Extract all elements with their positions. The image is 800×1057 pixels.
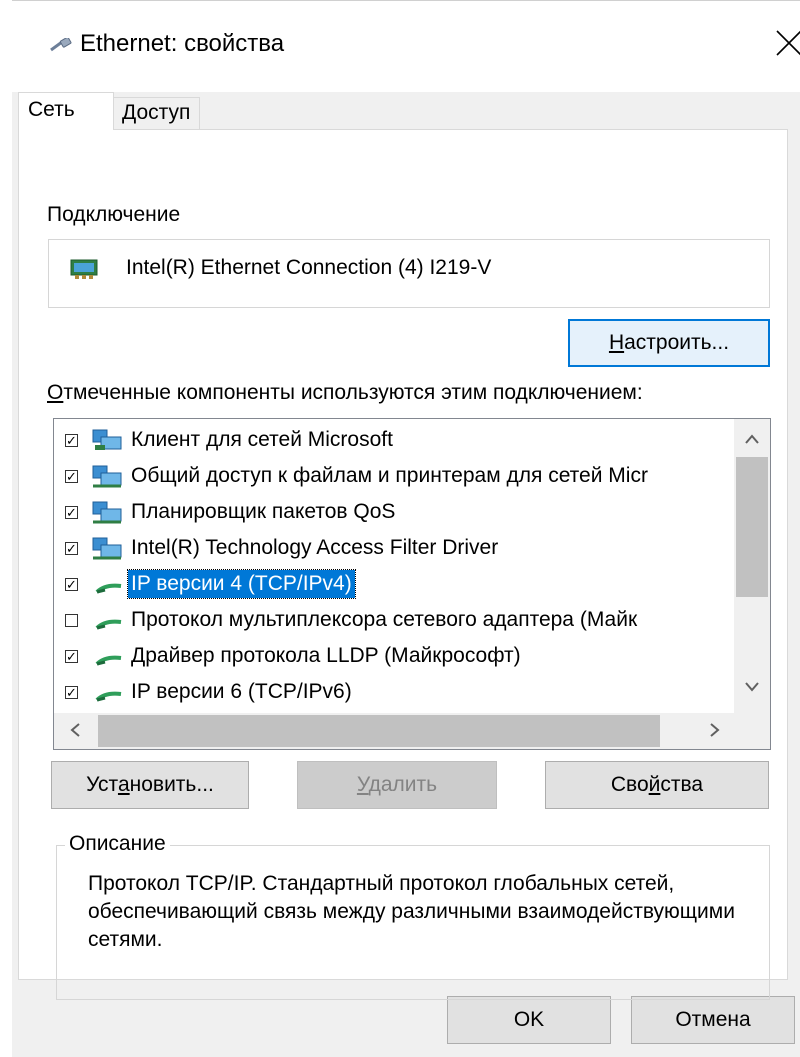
network-adapter-icon	[70, 257, 102, 286]
checkbox[interactable]: ✓	[65, 650, 78, 663]
vertical-scrollbar[interactable]	[734, 419, 770, 713]
tab-panel-network: Подключение Intel(R) Ethernet Connection…	[18, 129, 788, 1000]
configure-button[interactable]: Настроить...	[568, 319, 770, 367]
title-bar: Ethernet: свойства	[12, 0, 800, 93]
close-button[interactable]	[769, 23, 800, 63]
description-legend: Описание	[65, 831, 170, 857]
list-item[interactable]: Протокол мультиплексора сетевого адаптер…	[54, 603, 734, 639]
checkbox[interactable]: ✓	[65, 542, 78, 555]
network-service-icon	[91, 536, 125, 567]
list-item-label: IP версии 4 (TCP/IPv4)	[127, 569, 356, 599]
configure-rest: астроить...	[624, 331, 730, 354]
configure-accel: Н	[608, 331, 625, 354]
tab-network[interactable]: Сеть	[18, 92, 114, 130]
uninstall-accel: У	[356, 773, 369, 796]
list-item[interactable]: ✓ Общий доступ к файлам и принтерам для …	[54, 459, 734, 495]
scroll-left-icon[interactable]	[60, 720, 90, 742]
protocol-icon	[91, 608, 125, 639]
checkbox[interactable]: ✓	[65, 506, 78, 519]
dialog-client-area: Сеть Доступ Подключение Intel(R) Etherne…	[12, 92, 800, 1057]
scrollbar-corner	[734, 713, 770, 749]
cancel-button[interactable]: Отмена	[631, 996, 795, 1044]
checkbox[interactable]: ✓	[65, 578, 78, 591]
vertical-scroll-thumb[interactable]	[736, 457, 768, 597]
components-label: Отмеченные компоненты используются этим …	[47, 380, 643, 406]
network-client-icon	[91, 428, 125, 459]
components-rows: ✓ Клиент для сетей Microsoft ✓ Общий дос…	[54, 419, 734, 713]
adapter-name: Intel(R) Ethernet Connection (4) I219-V	[126, 256, 492, 279]
network-service-icon	[91, 500, 125, 531]
tab-sharing[interactable]: Доступ	[113, 97, 200, 130]
properties-prefix: Сво	[610, 773, 649, 796]
list-item[interactable]: ✓ Клиент для сетей Microsoft	[54, 423, 734, 459]
horizontal-scrollbar[interactable]	[54, 713, 734, 749]
install-rest: новить...	[129, 773, 214, 796]
description-group: Описание Протокол TCP/IP. Стандартный пр…	[56, 831, 770, 1000]
ok-label: OK	[513, 1008, 545, 1031]
tab-network-label: Сеть	[28, 98, 75, 121]
list-item-selected[interactable]: ✓ IP версии 4 (TCP/IPv4)	[54, 567, 734, 603]
tab-sharing-label: Доступ	[122, 101, 191, 124]
list-item-label: Intel(R) Technology Access Filter Driver	[131, 536, 499, 559]
description-text: Протокол TCP/IP. Стандартный протокол гл…	[88, 872, 735, 951]
close-icon	[776, 30, 800, 56]
list-item[interactable]: ✓ Intel(R) Technology Access Filter Driv…	[54, 531, 734, 567]
connection-label: Подключение	[47, 203, 181, 226]
adapter-box: Intel(R) Ethernet Connection (4) I219-V	[48, 239, 770, 308]
horizontal-scroll-thumb[interactable]	[98, 715, 660, 747]
ok-button[interactable]: OK	[447, 996, 611, 1044]
components-list[interactable]: ✓ Клиент для сетей Microsoft ✓ Общий дос…	[53, 418, 771, 750]
protocol-icon	[91, 644, 125, 675]
window-title: Ethernet: свойства	[80, 30, 285, 57]
cancel-label: Отмена	[675, 1008, 751, 1031]
properties-rest: ства	[660, 773, 704, 796]
scroll-right-icon[interactable]	[700, 720, 730, 742]
uninstall-button[interactable]: Удалить	[297, 761, 497, 809]
protocol-icon	[91, 572, 125, 603]
list-item[interactable]: ✓ Планировщик пакетов QoS	[54, 495, 734, 531]
list-item-label: Драйвер протокола LLDP (Майкрософт)	[131, 644, 521, 667]
install-accel: а	[117, 773, 130, 796]
install-button[interactable]: Установить...	[51, 761, 249, 809]
components-label-rest: тмеченные компоненты используются этим п…	[63, 381, 643, 404]
checkbox[interactable]	[65, 614, 78, 627]
network-service-icon	[91, 464, 125, 495]
list-item-label: Планировщик пакетов QoS	[131, 500, 396, 523]
ethernet-cable-icon	[50, 36, 72, 57]
list-item[interactable]: ✓ IP версии 6 (TCP/IPv6)	[54, 675, 734, 711]
list-item[interactable]: ✓ Драйвер протокола LLDP (Майкрософт)	[54, 639, 734, 675]
properties-accel: й	[648, 773, 661, 796]
properties-button[interactable]: Свойства	[545, 761, 769, 809]
scroll-up-icon[interactable]	[737, 427, 767, 449]
checkbox[interactable]: ✓	[65, 470, 78, 483]
components-label-accel: О	[47, 381, 64, 404]
uninstall-rest: далить	[368, 773, 438, 796]
list-item-label: Общий доступ к файлам и принтерам для се…	[131, 464, 648, 487]
checkbox[interactable]: ✓	[65, 434, 78, 447]
list-item-label: IP версии 6 (TCP/IPv6)	[131, 680, 352, 703]
install-prefix: Уст	[86, 773, 118, 796]
protocol-icon	[91, 680, 125, 711]
list-item-label: Клиент для сетей Microsoft	[131, 428, 393, 451]
list-item-label: Протокол мультиплексора сетевого адаптер…	[131, 608, 638, 631]
checkbox[interactable]: ✓	[65, 686, 78, 699]
scroll-down-icon[interactable]	[737, 675, 767, 697]
